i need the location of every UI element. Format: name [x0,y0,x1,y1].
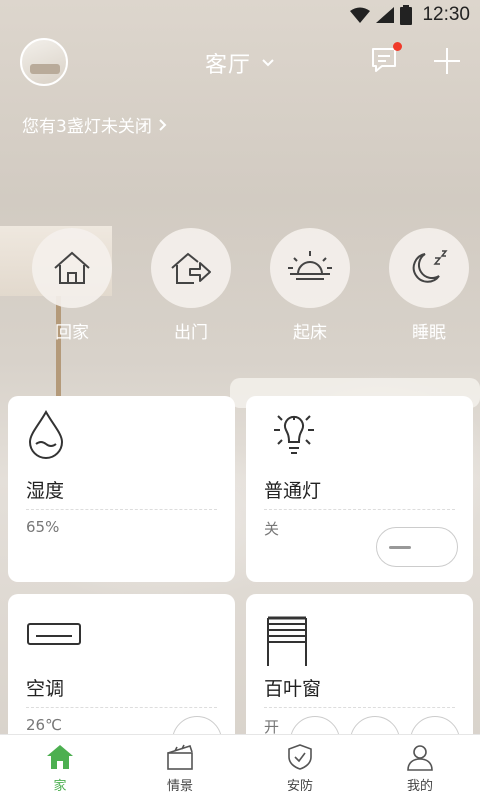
wifi-icon [350,7,371,23]
room-name: 客厅 [204,53,251,78]
card-title: 湿度 [26,480,65,502]
water-drop-icon [28,409,64,459]
tab-home[interactable]: 家 [0,735,120,800]
light-bulb-icon [274,415,314,454]
leave-home-icon [171,252,211,284]
lights-on-notice[interactable]: 您有3盏灯未关闭 [22,112,168,137]
scene-wake[interactable]: 起床 [268,228,352,343]
user-icon [407,745,433,771]
bottom-tab-bar: 家 情景 安防 我的 [0,734,480,800]
card-value: 关 [264,520,280,538]
scene-home[interactable]: 回家 [30,228,114,343]
notice-text: 您有3盏灯未关闭 [22,117,152,137]
scene-label: 睡眠 [412,323,446,343]
card-value: 65% [26,518,60,536]
blinds-icon [267,616,307,666]
message-button[interactable] [370,42,402,76]
chevron-down-icon [262,59,274,67]
divider [264,509,455,510]
header: 客厅 [0,38,480,88]
card-title: 普通灯 [264,480,322,502]
home-icon [54,251,90,284]
home-icon [47,745,73,769]
tab-label: 安防 [286,779,313,794]
tab-security[interactable]: 安防 [240,735,360,800]
message-icon [372,48,396,72]
air-conditioner-icon [27,623,81,645]
signal-icon [376,7,395,23]
sunrise-icon [288,251,332,280]
clapperboard-icon [167,744,193,770]
battery-icon [400,5,413,25]
tab-label: 家 [53,779,67,794]
scene-leave[interactable]: 出门 [149,228,233,343]
shield-icon [288,744,312,770]
scene-sleep[interactable]: 睡眠 [387,228,471,343]
card-title: 百叶窗 [264,678,322,700]
card-light[interactable]: 普通灯 关 [246,396,473,582]
scene-label: 起床 [293,323,327,343]
card-value: 26℃ [26,716,62,734]
tab-label: 情景 [166,779,193,794]
status-bar: 12:30 [0,0,480,30]
divider [264,707,455,708]
scene-label: 出门 [174,323,208,343]
add-button[interactable] [432,46,462,76]
scene-label: 回家 [55,323,89,343]
tab-profile[interactable]: 我的 [360,735,480,800]
moon-sleep-icon [412,250,448,283]
light-power-toggle[interactable] [376,527,458,567]
notification-badge [393,42,402,51]
chevron-right-icon [159,118,167,131]
divider [26,509,217,510]
tab-scenes[interactable]: 情景 [120,735,240,800]
plus-icon [434,48,460,74]
divider [26,707,217,708]
card-title: 空调 [26,678,65,700]
tab-label: 我的 [406,779,433,794]
status-time: 12:30 [422,4,470,25]
room-selector[interactable]: 客厅 [0,47,480,79]
card-humidity[interactable]: 湿度 65% [8,396,235,582]
